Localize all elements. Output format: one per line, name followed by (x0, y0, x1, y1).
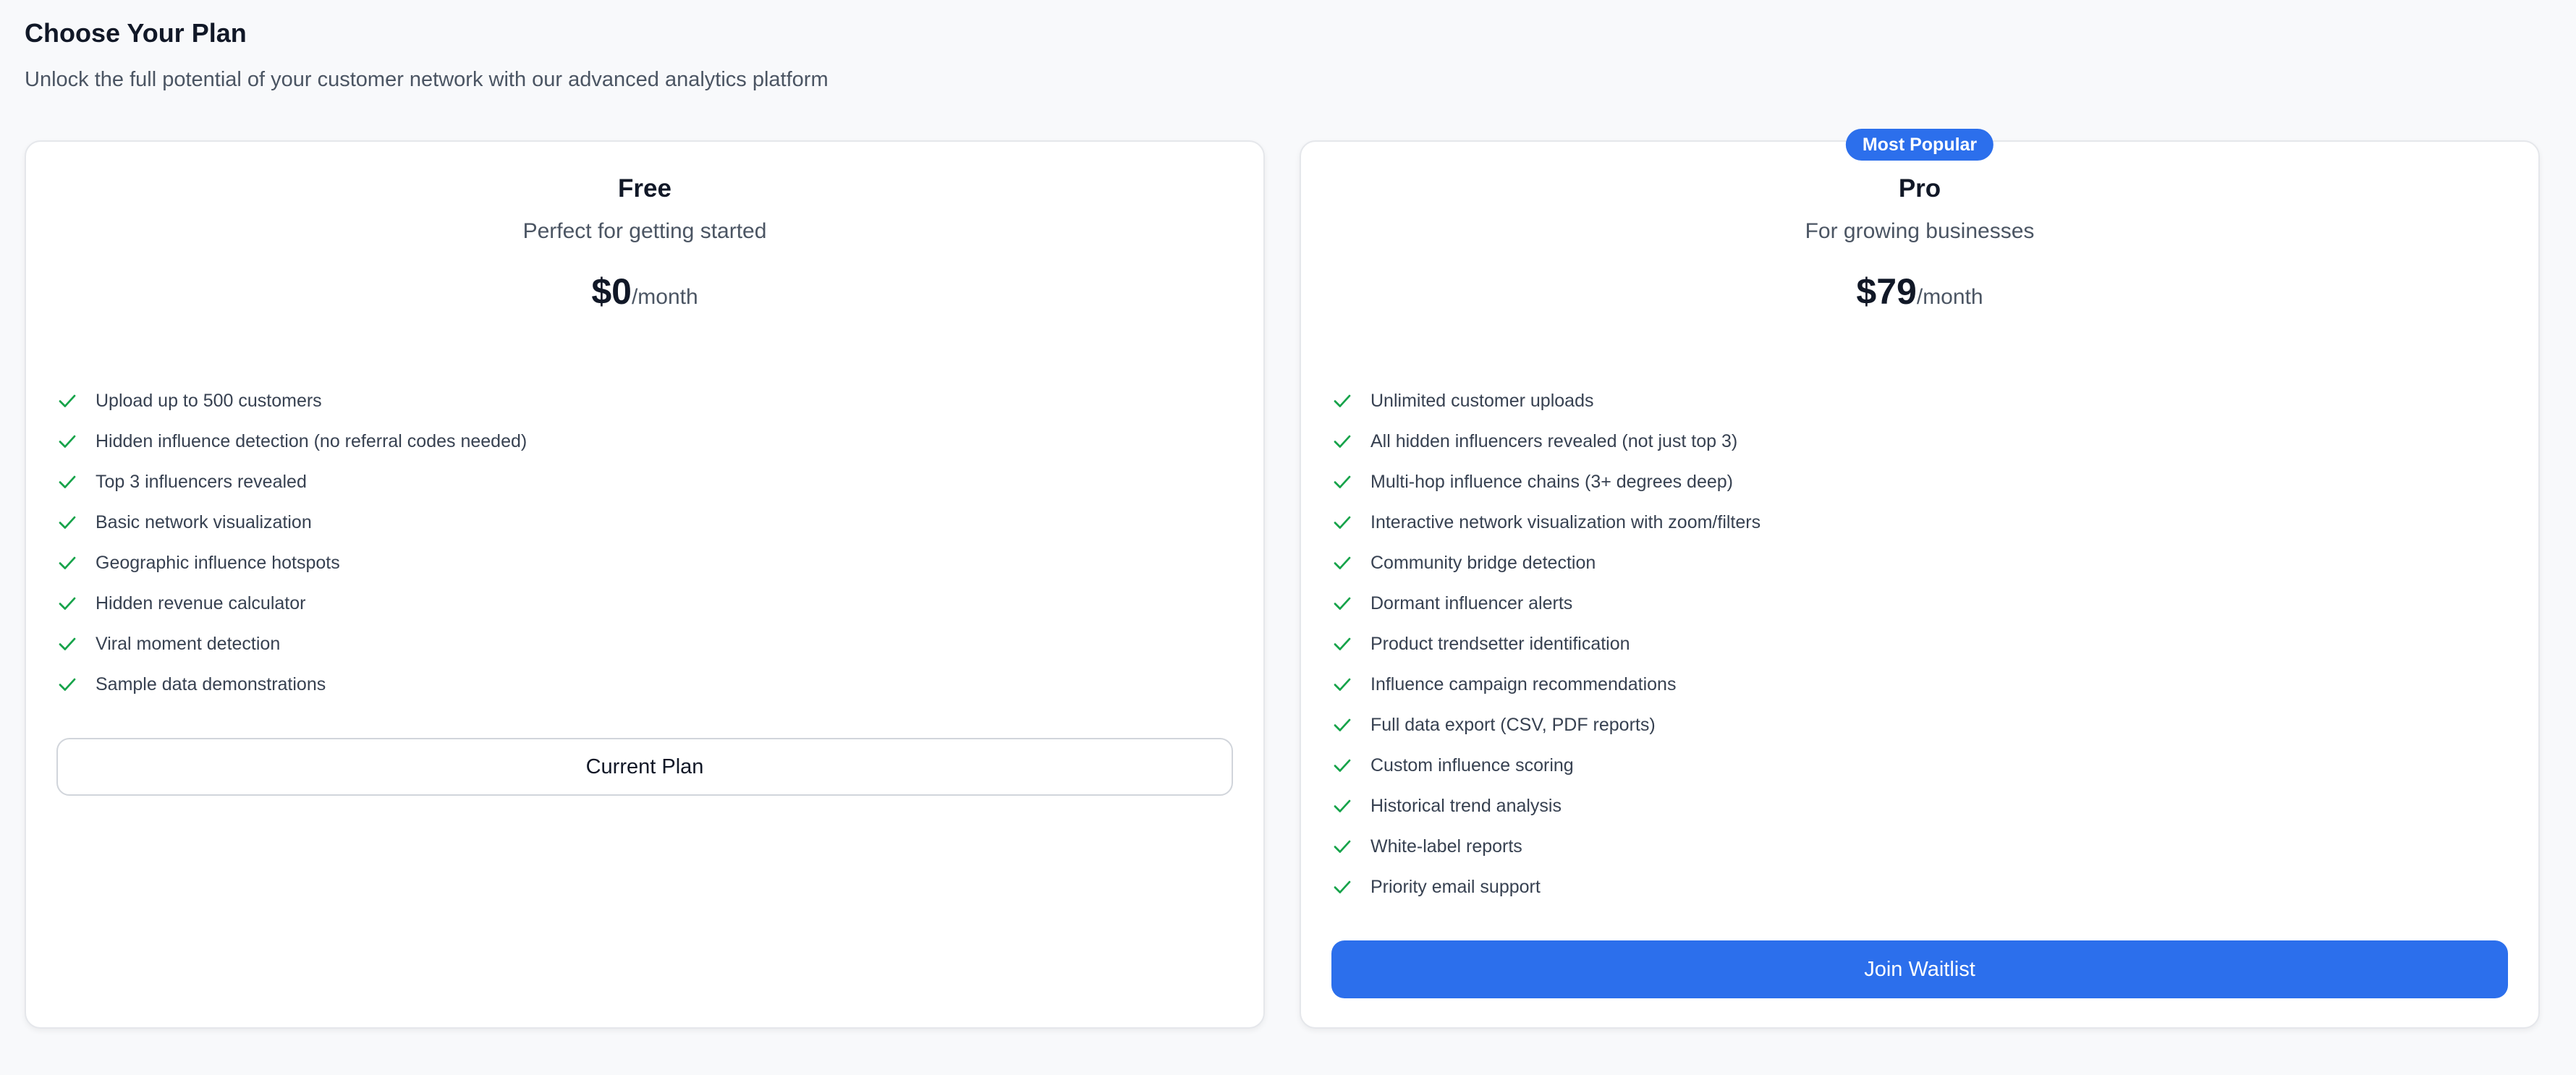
plan-description: For growing businesses (1805, 219, 2035, 243)
feature-item: Upload up to 500 customers (55, 381, 527, 421)
check-icon (56, 633, 78, 655)
check-icon (1331, 795, 1353, 817)
feature-label: Product trendsetter identification (1370, 633, 1630, 654)
feature-label: All hidden influencers revealed (not jus… (1370, 430, 1738, 451)
check-icon (56, 471, 78, 493)
check-icon (1331, 674, 1353, 695)
feature-label: Priority email support (1370, 876, 1541, 897)
feature-label: White-label reports (1370, 836, 1522, 857)
check-icon (1331, 390, 1353, 412)
price-period: /month (1916, 285, 1983, 309)
check-icon (56, 511, 78, 533)
feature-label: Unlimited customer uploads (1370, 390, 1594, 411)
feature-list: Unlimited customer uploads All hidden in… (1330, 381, 1761, 907)
feature-label: Influence campaign recommendations (1370, 674, 1677, 694)
feature-item: All hidden influencers revealed (not jus… (1330, 421, 1761, 462)
feature-item: Full data export (CSV, PDF reports) (1330, 705, 1761, 745)
feature-item: White-label reports (1330, 826, 1761, 867)
join-waitlist-button[interactable]: Join Waitlist (1331, 940, 2508, 998)
check-icon (1331, 714, 1353, 736)
feature-list: Upload up to 500 customers Hidden influe… (55, 381, 527, 705)
price-amount: $0 (591, 271, 632, 312)
plan-card-free: Free Perfect for getting started $0/mont… (25, 140, 1265, 1029)
check-icon (1331, 592, 1353, 614)
check-icon (1331, 836, 1353, 857)
plan-name: Pro (1898, 174, 1941, 203)
page-title: Choose Your Plan (25, 18, 247, 48)
feature-item: Dormant influencer alerts (1330, 583, 1761, 624)
check-icon (1331, 552, 1353, 574)
feature-label: Hidden revenue calculator (96, 592, 306, 613)
feature-label: Dormant influencer alerts (1370, 592, 1573, 613)
feature-item: Top 3 influencers revealed (55, 462, 527, 502)
feature-item: Hidden revenue calculator (55, 583, 527, 624)
feature-item: Priority email support (1330, 867, 1761, 907)
feature-item: Geographic influence hotspots (55, 543, 527, 583)
feature-item: Unlimited customer uploads (1330, 381, 1761, 421)
feature-label: Geographic influence hotspots (96, 552, 340, 573)
feature-label: Full data export (CSV, PDF reports) (1370, 714, 1656, 735)
feature-item: Multi-hop influence chains (3+ degrees d… (1330, 462, 1761, 502)
check-icon (1331, 755, 1353, 776)
check-icon (1331, 633, 1353, 655)
price-period: /month (631, 285, 698, 309)
plan-description: Perfect for getting started (522, 219, 767, 243)
plan-price: $0/month (26, 269, 1263, 323)
feature-item: Basic network visualization (55, 502, 527, 543)
feature-item: Historical trend analysis (1330, 786, 1761, 826)
check-icon (1331, 430, 1353, 452)
feature-item: Viral moment detection (55, 624, 527, 664)
check-icon (56, 430, 78, 452)
feature-label: Top 3 influencers revealed (96, 471, 307, 492)
feature-item: Community bridge detection (1330, 543, 1761, 583)
page-subtitle: Unlock the full potential of your custom… (25, 68, 829, 91)
check-icon (56, 552, 78, 574)
feature-label: Historical trend analysis (1370, 795, 1562, 816)
feature-label: Sample data demonstrations (96, 674, 326, 694)
check-icon (56, 390, 78, 412)
feature-item: Product trendsetter identification (1330, 624, 1761, 664)
feature-label: Basic network visualization (96, 511, 312, 532)
price-amount: $79 (1856, 271, 1917, 312)
check-icon (1331, 876, 1353, 898)
plan-card-pro: Most Popular Pro For growing businesses … (1300, 129, 2540, 1029)
feature-label: Upload up to 500 customers (96, 390, 322, 411)
feature-item: Hidden influence detection (no referral … (55, 421, 527, 462)
feature-label: Custom influence scoring (1370, 755, 1574, 776)
feature-label: Hidden influence detection (no referral … (96, 430, 528, 451)
feature-label: Viral moment detection (96, 633, 281, 654)
check-icon (1331, 471, 1353, 493)
check-icon (56, 674, 78, 695)
feature-label: Community bridge detection (1370, 552, 1596, 573)
current-plan-button[interactable]: Current Plan (56, 738, 1233, 796)
feature-label: Multi-hop influence chains (3+ degrees d… (1370, 471, 1734, 492)
feature-item: Influence campaign recommendations (1330, 664, 1761, 705)
plan-price: $79/month (1301, 269, 2538, 323)
most-popular-badge: Most Popular (1845, 129, 1994, 161)
check-icon (1331, 511, 1353, 533)
feature-item: Custom influence scoring (1330, 745, 1761, 786)
pricing-page: Choose Your Plan Unlock the full potenti… (0, 0, 2576, 1075)
check-icon (56, 592, 78, 614)
feature-item: Sample data demonstrations (55, 664, 527, 705)
plan-name: Free (618, 174, 671, 203)
feature-item: Interactive network visualization with z… (1330, 502, 1761, 543)
feature-label: Interactive network visualization with z… (1370, 511, 1761, 532)
